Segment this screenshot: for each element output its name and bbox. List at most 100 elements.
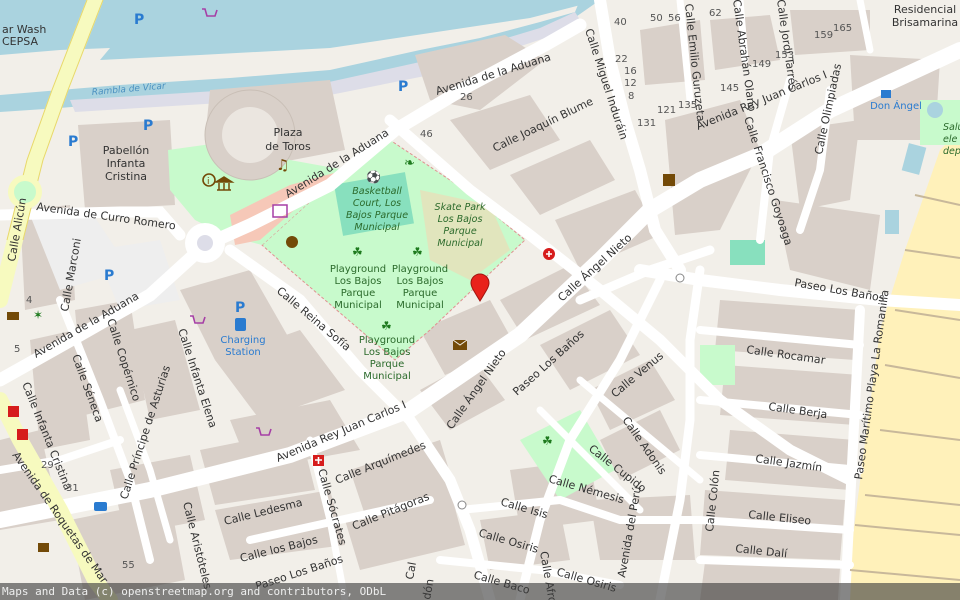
place-label: Municipal	[363, 371, 411, 382]
svg-text:☘: ☘	[412, 245, 423, 259]
place-label: Los Bajos	[397, 276, 444, 287]
svg-text:P: P	[235, 300, 245, 316]
place-label: Parque	[403, 288, 437, 299]
place-label: CEPSA	[2, 35, 38, 48]
place-label: Playground	[330, 264, 386, 275]
house-number: 145	[720, 83, 739, 94]
charging-station-icon[interactable]	[235, 318, 246, 331]
svg-text:i: i	[207, 177, 210, 187]
place-label: Station	[225, 347, 261, 358]
svg-text:P: P	[134, 12, 144, 28]
plaza-inner	[222, 107, 278, 163]
house-number: 22	[615, 54, 628, 65]
taxi-icon[interactable]	[38, 543, 49, 552]
place-label: ele	[943, 134, 957, 145]
place-label: de Toros	[265, 140, 311, 153]
svg-text:P: P	[143, 118, 153, 134]
place-label: Plaza	[274, 126, 303, 139]
place-label: Los Bajos	[438, 214, 483, 225]
map-attribution[interactable]: Maps and Data (c) openstreetmap.org and …	[0, 583, 960, 600]
place-label: Parque	[341, 288, 375, 299]
taxi-icon[interactable]	[94, 502, 107, 511]
house-number: 55	[122, 560, 135, 571]
place-label: Bajos Parque	[346, 210, 408, 221]
fitness-icon[interactable]: ✶	[33, 308, 43, 322]
place-label: Salu	[943, 122, 960, 133]
pet-icon[interactable]: ❧	[404, 156, 415, 171]
place-label: Cristina	[105, 170, 147, 183]
post-office-icon[interactable]	[452, 339, 468, 350]
music-icon[interactable]: ♫	[276, 156, 289, 174]
pharmacy-icon[interactable]	[543, 248, 555, 260]
hotel-icon[interactable]	[881, 90, 891, 98]
parking-icon[interactable]: P	[235, 300, 245, 316]
house-number: 29	[41, 460, 54, 471]
svg-text:⚽: ⚽	[365, 170, 381, 184]
fitness-icon[interactable]	[663, 174, 675, 186]
house-number: 56	[668, 13, 681, 24]
place-label: Pabellón	[103, 144, 149, 157]
place-label: Brisamarina	[892, 16, 958, 29]
place-label: Court, Los	[353, 198, 401, 209]
map-canvas[interactable]: Avenida de la Aduana Avenida de la Aduan…	[0, 0, 960, 600]
house-number: 165	[833, 23, 852, 34]
place-label: Municipal	[334, 300, 382, 311]
pharmacy-icon[interactable]	[313, 455, 324, 466]
house-number: 159	[814, 30, 833, 41]
parking-icon[interactable]: P	[104, 268, 114, 284]
house-number: 62	[709, 8, 722, 19]
parking-icon[interactable]: P	[398, 79, 408, 95]
place-label: Residencial	[894, 3, 956, 16]
place-label: Charging	[220, 335, 265, 346]
place-label: Basketball	[352, 186, 402, 197]
house-number: 135	[678, 100, 697, 111]
svg-text:☘: ☘	[542, 434, 553, 448]
sport-icon[interactable]: ⚽	[365, 170, 381, 184]
theatre-icon[interactable]	[286, 236, 298, 248]
svg-text:P: P	[398, 79, 408, 95]
house-number: 16	[624, 66, 637, 77]
pharmacy-icon[interactable]	[8, 406, 19, 417]
place-label: Playground	[392, 264, 448, 275]
house-number: 5	[14, 344, 20, 355]
house-number: 131	[637, 118, 656, 129]
place-label: Don Ángel	[870, 99, 922, 112]
house-number: 149	[752, 59, 771, 70]
pharmacy-icon[interactable]	[17, 429, 28, 440]
house-number: 121	[657, 105, 676, 116]
playground-icon[interactable]: ☘	[542, 434, 553, 448]
place-label: Parque	[443, 226, 477, 237]
place-label: Los Bajos	[335, 276, 382, 287]
svg-text:☘: ☘	[352, 245, 363, 259]
parking-icon[interactable]: P	[68, 134, 78, 150]
house-number: 8	[628, 91, 634, 102]
place-label: Playground	[359, 335, 415, 346]
house-number: 40	[614, 17, 627, 28]
roundabout-center	[197, 235, 213, 251]
house-number: 153	[775, 50, 794, 61]
house-number: 4	[26, 295, 32, 306]
place-label: Parque	[370, 359, 404, 370]
info-icon[interactable]	[7, 312, 19, 320]
house-number: 46	[420, 129, 433, 140]
svg-text:❧: ❧	[404, 156, 415, 171]
house-number: 31	[66, 483, 79, 494]
place-label: Los Bajos	[364, 347, 411, 358]
place-label: Municipal	[437, 238, 483, 249]
playground-icon[interactable]: ☘	[352, 245, 363, 259]
house-number: 26	[460, 92, 473, 103]
svg-text:P: P	[68, 134, 78, 150]
place-label: Municipal	[354, 222, 400, 233]
svg-text:✶: ✶	[33, 308, 43, 322]
playground-icon[interactable]: ☘	[412, 245, 423, 259]
house-number: 50	[650, 13, 663, 24]
parking-icon[interactable]: P	[143, 118, 153, 134]
svg-text:P: P	[104, 268, 114, 284]
svg-text:☘: ☘	[381, 319, 392, 333]
place-label: Skate Park	[435, 202, 486, 213]
place-label: Infanta	[107, 157, 146, 170]
place-label: Municipal	[396, 300, 444, 311]
house-number: 12	[624, 78, 637, 89]
parking-icon[interactable]: P	[134, 12, 144, 28]
playground-icon[interactable]: ☘	[381, 319, 392, 333]
